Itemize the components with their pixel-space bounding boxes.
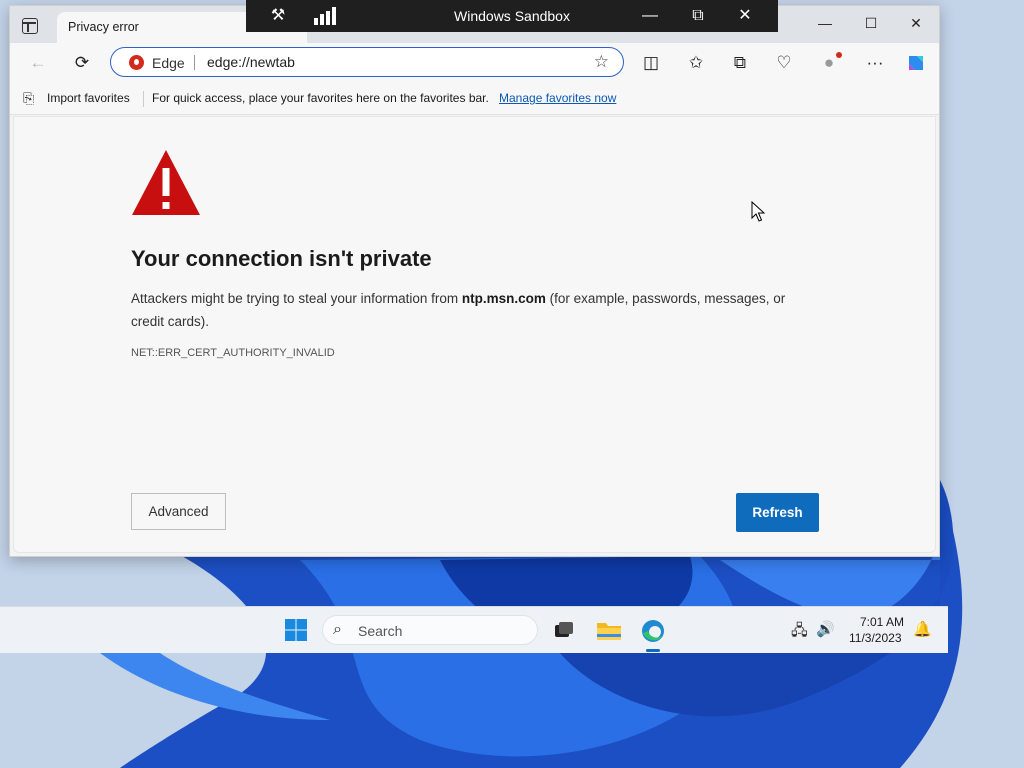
notification-bell-icon[interactable]: 🔔 (913, 620, 932, 638)
collections-icon[interactable]: ⧉ (728, 51, 752, 75)
error-description: Attackers might be trying to steal your … (131, 287, 821, 333)
error-code: NET::ERR_CERT_AUTHORITY_INVALID (131, 347, 335, 359)
favorite-star-icon[interactable]: ☆ (594, 52, 609, 72)
clock-date[interactable]: 11/3/2023 (849, 631, 902, 645)
volume-icon[interactable]: 🔊 (816, 620, 835, 638)
refresh-button[interactable]: Refresh (736, 493, 819, 532)
clock-time[interactable]: 7:01 AM (860, 615, 904, 629)
desc-prefix: Attackers might be trying to steal your … (131, 291, 462, 306)
back-arrow-icon[interactable]: ← (26, 51, 50, 75)
manage-favorites-link[interactable]: Manage favorites now (499, 91, 616, 105)
url-input[interactable] (207, 52, 567, 72)
mouse-cursor (751, 201, 765, 222)
address-separator (194, 55, 195, 70)
warning-triangle-icon (132, 150, 200, 215)
more-options-icon[interactable]: ··· (863, 51, 887, 75)
file-explorer-icon[interactable] (594, 616, 624, 646)
favorites-bar: ⎘ Import favorites For quick access, pla… (10, 83, 939, 115)
sandbox-title-bar: ⚒ Windows Sandbox — ⧉ ✕ (246, 0, 778, 32)
sandbox-minimize-icon[interactable]: — (636, 4, 664, 28)
taskbar-search[interactable]: ⌕ Search (322, 615, 538, 645)
search-label: Search (358, 623, 403, 639)
start-windows-icon[interactable] (285, 619, 307, 641)
task-view-icon[interactable] (549, 616, 579, 646)
search-icon: ⌕ (333, 621, 342, 638)
browser-window: Privacy error — ☐ ✕ ← ⟳ Edge ☆ ◫ ✩ ⧉ ♡ ●… (9, 5, 940, 557)
import-favorites-icon: ⎘ (23, 90, 35, 106)
taskbar: ⌕ Search 🖧 🔊 7:01 AM 11/3/2023 🔔 (0, 606, 948, 653)
refresh-icon[interactable]: ⟳ (70, 51, 94, 75)
toolbar: ← ⟳ Edge ☆ ◫ ✩ ⧉ ♡ ● ··· (10, 43, 939, 83)
import-favorites-button[interactable]: Import favorites (47, 91, 130, 105)
error-page: Your connection isn't private Attackers … (13, 116, 936, 553)
split-screen-icon[interactable]: ◫ (639, 51, 663, 75)
copilot-icon[interactable] (905, 52, 927, 74)
favorites-icon[interactable]: ✩ (684, 51, 708, 75)
advanced-button[interactable]: Advanced (131, 493, 226, 530)
sandbox-restore-icon[interactable]: ⧉ (684, 4, 712, 28)
error-title: Your connection isn't private (131, 246, 432, 271)
close-icon[interactable]: ✕ (893, 9, 939, 37)
tab-actions-icon[interactable] (22, 18, 38, 34)
profile-notification-dot (836, 52, 842, 58)
error-host: ntp.msn.com (461, 291, 546, 306)
favorites-hint: For quick access, place your favorites h… (152, 91, 489, 105)
maximize-icon[interactable]: ☐ (848, 9, 894, 37)
sandbox-close-icon[interactable]: ✕ (731, 4, 759, 28)
edge-logo-icon (129, 55, 144, 70)
minimize-icon[interactable]: — (802, 9, 848, 37)
address-bar[interactable]: Edge ☆ (110, 47, 624, 77)
network-icon[interactable]: 🖧 (791, 620, 808, 645)
favbar-divider (143, 91, 144, 107)
browser-essentials-icon[interactable]: ♡ (772, 51, 796, 75)
tab-title: Privacy error (68, 20, 139, 34)
active-app-indicator (646, 649, 660, 652)
edge-label: Edge (152, 55, 185, 71)
edge-taskbar-icon[interactable] (638, 616, 668, 646)
